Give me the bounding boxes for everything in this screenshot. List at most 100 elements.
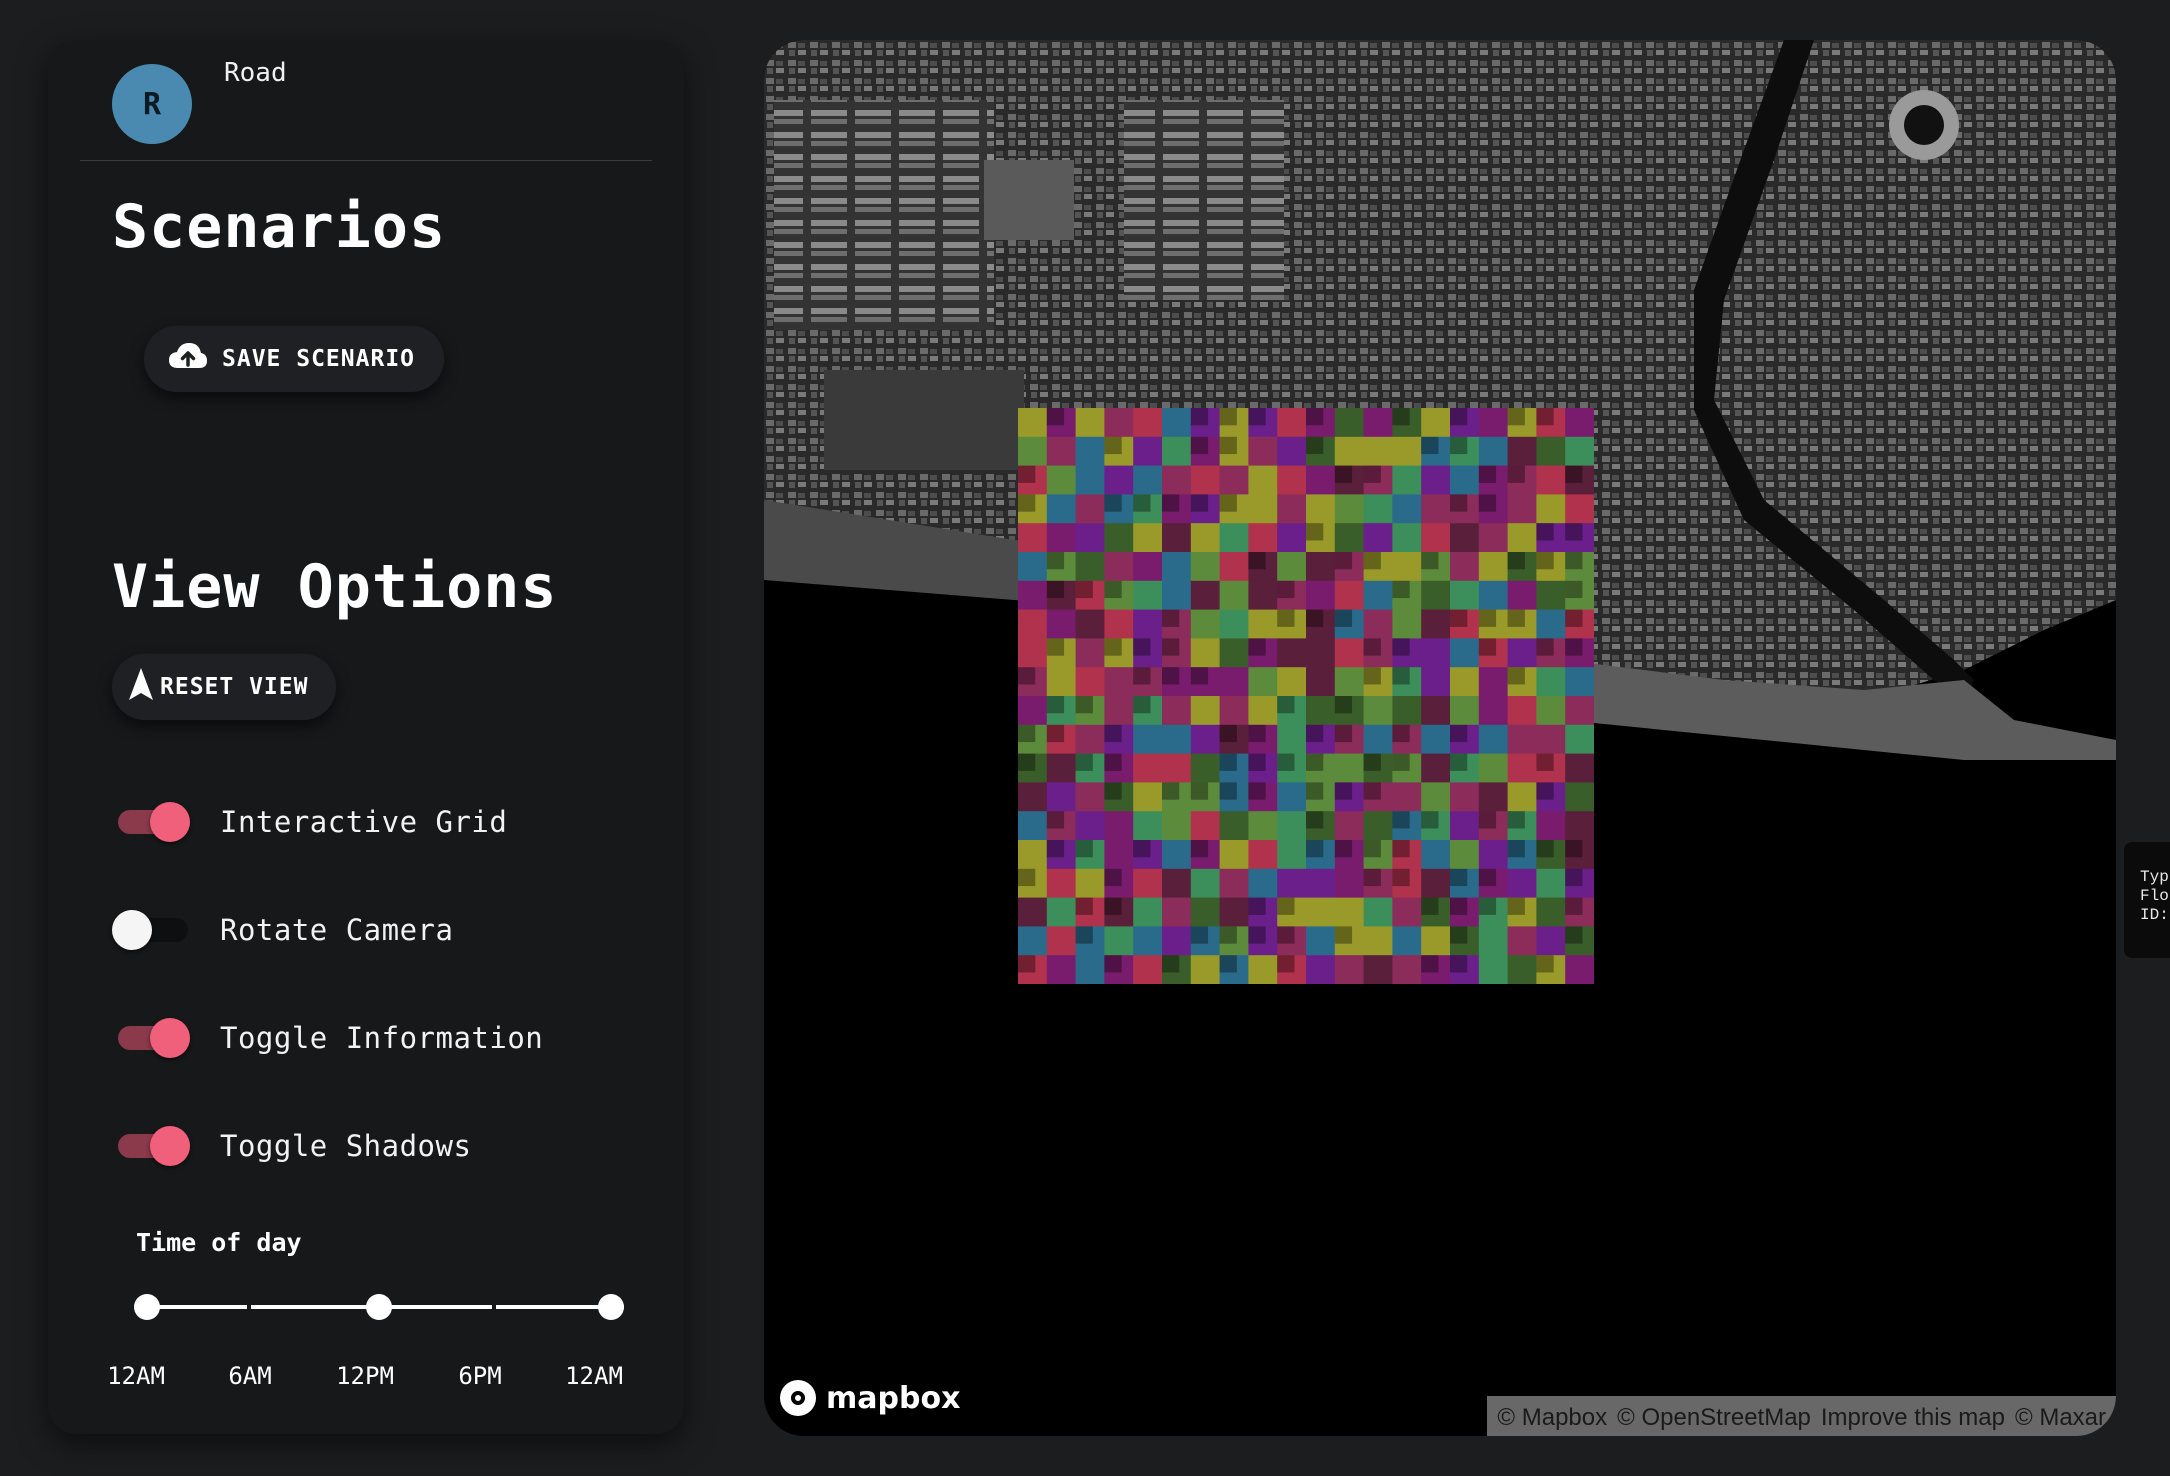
grid-cell[interactable] bbox=[1248, 811, 1278, 841]
grid-cell[interactable] bbox=[1363, 724, 1393, 755]
grid-cell[interactable] bbox=[1190, 696, 1221, 726]
grid-cell[interactable] bbox=[1190, 580, 1221, 611]
grid-cell[interactable] bbox=[1421, 782, 1451, 812]
slider-handle[interactable] bbox=[366, 1294, 392, 1320]
grid-cell[interactable] bbox=[1392, 696, 1422, 726]
grid-cell[interactable] bbox=[1565, 494, 1594, 524]
grid-cell[interactable] bbox=[1363, 580, 1393, 611]
grid-cell[interactable] bbox=[1450, 811, 1480, 841]
grid-cell[interactable] bbox=[1450, 782, 1480, 812]
grid-cell[interactable] bbox=[1478, 696, 1509, 726]
grid-cell[interactable] bbox=[1277, 667, 1307, 697]
grid-cell[interactable] bbox=[1248, 436, 1278, 467]
grid-cell[interactable] bbox=[1536, 868, 1566, 899]
grid-cell[interactable] bbox=[1421, 494, 1451, 524]
grid-cell[interactable] bbox=[1046, 868, 1077, 899]
grid-cell[interactable] bbox=[1046, 782, 1077, 812]
grid-cell[interactable] bbox=[1363, 408, 1393, 438]
grid-cell[interactable] bbox=[1507, 523, 1537, 553]
grid-cell[interactable] bbox=[1219, 840, 1249, 870]
grid-cell[interactable] bbox=[1306, 638, 1336, 668]
grid-cell[interactable] bbox=[1536, 436, 1566, 467]
grid-cell[interactable] bbox=[1450, 638, 1480, 668]
grid-cell[interactable] bbox=[1133, 811, 1163, 841]
grid-cell[interactable] bbox=[1219, 667, 1249, 697]
grid-cell[interactable] bbox=[1277, 782, 1307, 812]
grid-cell[interactable] bbox=[1334, 494, 1365, 524]
grid-cell[interactable] bbox=[1478, 408, 1509, 438]
grid-cell[interactable] bbox=[1162, 868, 1192, 899]
grid-cell[interactable] bbox=[1162, 436, 1192, 467]
grid-cell[interactable] bbox=[1363, 523, 1393, 553]
grid-cell[interactable] bbox=[1075, 494, 1105, 524]
grid-cell[interactable] bbox=[1334, 436, 1365, 467]
grid-cell[interactable] bbox=[1363, 955, 1393, 984]
grid-cell[interactable] bbox=[1190, 638, 1221, 668]
save-scenario-button[interactable]: SAVE SCENARIO bbox=[144, 326, 444, 392]
grid-cell[interactable] bbox=[1219, 580, 1249, 611]
grid-cell[interactable] bbox=[1334, 955, 1365, 984]
grid-cell[interactable] bbox=[1536, 580, 1566, 611]
grid-cell[interactable] bbox=[1536, 696, 1566, 726]
grid-cell[interactable] bbox=[1104, 926, 1134, 956]
grid-cell[interactable] bbox=[1363, 494, 1393, 524]
grid-cell[interactable] bbox=[1277, 811, 1307, 841]
grid-cell[interactable] bbox=[1018, 408, 1048, 438]
grid-cell[interactable] bbox=[1018, 523, 1048, 553]
grid-cell[interactable] bbox=[1133, 436, 1163, 467]
reset-view-button[interactable]: RESET VIEW bbox=[112, 654, 336, 720]
grid-cell[interactable] bbox=[1306, 667, 1336, 697]
grid-cell[interactable] bbox=[1565, 955, 1594, 984]
grid-cell[interactable] bbox=[1133, 868, 1163, 899]
grid-cell[interactable] bbox=[1363, 609, 1393, 639]
grid-cell[interactable] bbox=[1133, 955, 1163, 984]
toggle-information-switch[interactable] bbox=[112, 1018, 192, 1058]
grid-cell[interactable] bbox=[1450, 580, 1480, 611]
grid-cell[interactable] bbox=[1219, 696, 1249, 726]
grid-cell[interactable] bbox=[1018, 580, 1048, 611]
grid-cell[interactable] bbox=[1392, 609, 1422, 639]
grid-cell[interactable] bbox=[1392, 782, 1422, 812]
grid-cell[interactable] bbox=[1536, 897, 1566, 927]
grid-cell[interactable] bbox=[1306, 465, 1336, 495]
grid-cell[interactable] bbox=[1219, 523, 1249, 553]
grid-cell[interactable] bbox=[1306, 926, 1336, 956]
grid-cell[interactable] bbox=[1075, 955, 1105, 984]
grid-cell[interactable] bbox=[1450, 523, 1480, 553]
grid-cell[interactable] bbox=[1219, 811, 1249, 841]
grid-cell[interactable] bbox=[1421, 724, 1451, 755]
grid-cell[interactable] bbox=[1277, 724, 1307, 755]
grid-cell[interactable] bbox=[1277, 868, 1307, 899]
grid-cell[interactable] bbox=[1133, 609, 1163, 639]
time-of-day-slider[interactable] bbox=[134, 1288, 624, 1328]
grid-cell[interactable] bbox=[1421, 840, 1451, 870]
grid-cell[interactable] bbox=[1133, 782, 1163, 812]
grid-cell[interactable] bbox=[1277, 552, 1307, 582]
grid-cell[interactable] bbox=[1536, 609, 1566, 639]
grid-cell[interactable] bbox=[1421, 696, 1451, 726]
grid-cell[interactable] bbox=[1392, 494, 1422, 524]
mapbox-logo[interactable]: mapbox bbox=[780, 1380, 960, 1416]
grid-cell[interactable] bbox=[1478, 580, 1509, 611]
grid-cell[interactable] bbox=[1075, 868, 1105, 899]
grid-cell[interactable] bbox=[1219, 552, 1249, 582]
grid-cell[interactable] bbox=[1565, 724, 1594, 755]
grid-cell[interactable] bbox=[1162, 840, 1192, 870]
grid-cell[interactable] bbox=[1075, 609, 1105, 639]
grid-cell[interactable] bbox=[1018, 926, 1048, 956]
grid-cell[interactable] bbox=[1046, 609, 1077, 639]
grid-cell[interactable] bbox=[1565, 696, 1594, 726]
grid-cell[interactable] bbox=[1133, 724, 1163, 755]
grid-cell[interactable] bbox=[1306, 494, 1336, 524]
grid-cell[interactable] bbox=[1190, 753, 1221, 783]
grid-cell[interactable] bbox=[1363, 897, 1393, 927]
grid-cell[interactable] bbox=[1075, 552, 1105, 582]
grid-cell[interactable] bbox=[1478, 523, 1509, 553]
grid-cell[interactable] bbox=[1565, 408, 1594, 438]
grid-cell[interactable] bbox=[1104, 552, 1134, 582]
grid-cell[interactable] bbox=[1104, 696, 1134, 726]
grid-cell[interactable] bbox=[1478, 667, 1509, 697]
grid-cell[interactable] bbox=[1478, 955, 1509, 984]
grid-cell[interactable] bbox=[1248, 667, 1278, 697]
grid-cell[interactable] bbox=[1162, 696, 1192, 726]
